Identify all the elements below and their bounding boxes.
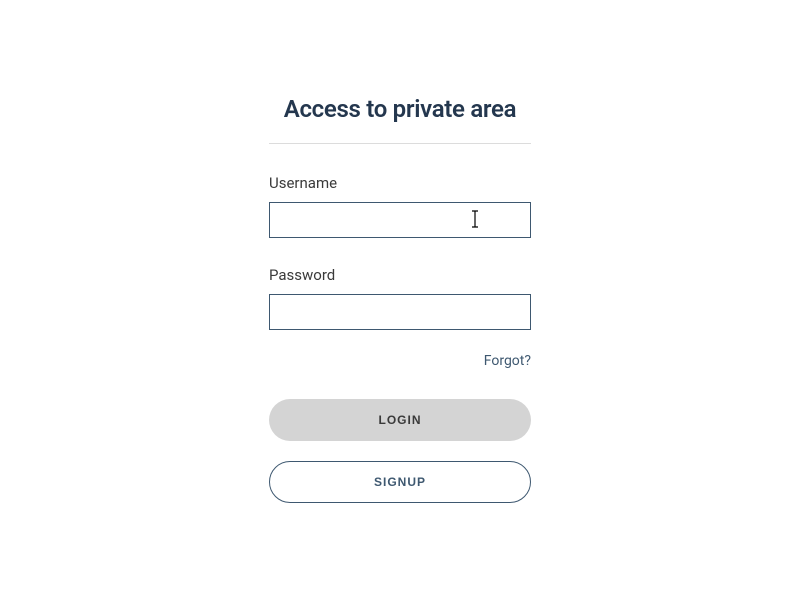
- forgot-row: Forgot?: [269, 350, 531, 369]
- divider: [269, 143, 531, 144]
- login-card: Access to private area Username Password…: [269, 95, 531, 503]
- password-label: Password: [269, 266, 531, 284]
- signup-button[interactable]: SIGNUP: [269, 461, 531, 503]
- password-input[interactable]: [269, 294, 531, 330]
- username-group: Username: [269, 174, 531, 238]
- login-button[interactable]: LOGIN: [269, 399, 531, 441]
- password-group: Password: [269, 266, 531, 330]
- page-title: Access to private area: [269, 95, 531, 123]
- username-label: Username: [269, 174, 531, 192]
- username-input[interactable]: [269, 202, 531, 238]
- forgot-link[interactable]: Forgot?: [484, 353, 531, 369]
